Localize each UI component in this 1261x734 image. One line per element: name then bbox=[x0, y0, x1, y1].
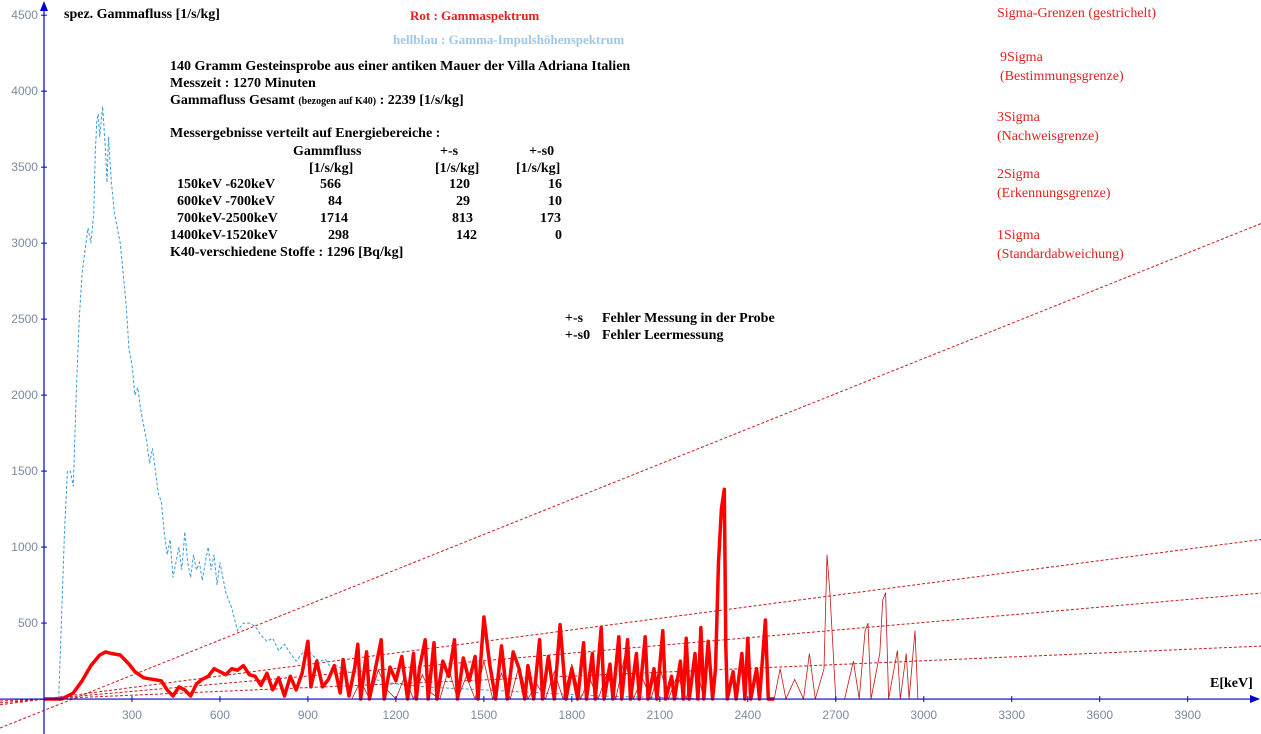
y-tick-label: 2500 bbox=[11, 312, 38, 326]
x-tick-label: 1500 bbox=[471, 708, 498, 722]
table-row-flux: 566 bbox=[320, 177, 341, 192]
x-tick-label: 3900 bbox=[1174, 708, 1201, 722]
table-unit-flux: [1/s/kg] bbox=[309, 161, 354, 176]
table-row-range: 700keV-2500keV bbox=[177, 211, 278, 226]
table-row-s: 29 bbox=[456, 194, 470, 209]
x-tick-label: 3000 bbox=[910, 708, 937, 722]
table-row-flux: 84 bbox=[328, 194, 342, 209]
sigma-legend-title: Sigma-Grenzen (gestrichelt) bbox=[997, 6, 1156, 21]
note-s-symbol: +-s bbox=[565, 311, 584, 326]
gamma-spectrum-chart: 300 600 900 1200 1500 1800 2100 2400 2700 3000 330… bbox=[0, 1, 1261, 734]
x-tick-label: 2700 bbox=[822, 708, 849, 722]
x-axis-label: E[keV] bbox=[1210, 676, 1253, 691]
table-row-s: 120 bbox=[449, 177, 470, 192]
x-tick-label: 2100 bbox=[646, 708, 673, 722]
y-tick-label: 4500 bbox=[11, 8, 38, 22]
table-row-range: 1400keV-1520keV bbox=[170, 228, 278, 243]
x-tick-label: 2400 bbox=[734, 708, 761, 722]
y-axis-label: spez. Gammafluss [1/s/kg] bbox=[64, 7, 220, 22]
sigma2-label: 2Sigma bbox=[997, 167, 1040, 182]
sigma1-desc: (Standardabweichung) bbox=[997, 247, 1124, 262]
table-unit-s0: [1/s/kg] bbox=[516, 161, 561, 176]
table-header-s: +-s bbox=[440, 144, 459, 159]
sigma-line-9sigma bbox=[0, 223, 1261, 729]
total-gamma-flux: Gammafluss Gesamt (bezogen auf K40) : 22… bbox=[170, 92, 464, 110]
y-tick-label: 4000 bbox=[11, 84, 38, 98]
k40-activity: K40-verschiedene Stoffe : 1296 [Bq/kg] bbox=[170, 245, 404, 260]
measurement-time: Messzeit : 1270 Minuten bbox=[170, 76, 316, 91]
table-row-flux: 298 bbox=[328, 228, 349, 243]
total-flux-label: Gammafluss Gesamt bbox=[170, 93, 295, 108]
x-tick-label: 300 bbox=[122, 708, 142, 722]
sigma3-label: 3Sigma bbox=[997, 110, 1040, 125]
table-row-range: 600keV -700keV bbox=[177, 194, 276, 209]
legend-lightblue: hellblau : Gamma-Impulshöhenspektrum bbox=[393, 32, 625, 47]
sigma3-desc: (Nachweisgrenze) bbox=[997, 129, 1099, 144]
table-row-s: 142 bbox=[456, 228, 477, 243]
total-flux-reference: (bezogen auf K40) bbox=[298, 96, 377, 107]
y-tick-label: 500 bbox=[18, 616, 38, 630]
table-row-s0: 173 bbox=[540, 211, 561, 226]
y-tick-label: 1000 bbox=[11, 540, 38, 554]
x-tick-label: 3300 bbox=[998, 708, 1025, 722]
x-tick-label: 1800 bbox=[558, 708, 585, 722]
x-tick-label: 900 bbox=[298, 708, 318, 722]
table-row-s0: 16 bbox=[548, 177, 562, 192]
sigma9-desc: (Bestimmungsgrenze) bbox=[1000, 69, 1124, 84]
y-axis-arrow bbox=[39, 1, 48, 11]
legend-red: Rot : Gammaspektrum bbox=[410, 8, 540, 23]
x-axis-arrow bbox=[1250, 695, 1260, 704]
table-header-s0: +-s0 bbox=[529, 144, 555, 159]
sigma2-desc: (Erkennungsgrenze) bbox=[997, 186, 1111, 201]
y-tick-label: 1500 bbox=[11, 464, 38, 478]
total-flux-value: : 2239 [1/s/kg] bbox=[379, 93, 464, 108]
note-s-text: Fehler Messung in der Probe bbox=[602, 311, 775, 326]
table-row-range: 150keV -620keV bbox=[177, 177, 276, 192]
table-row-flux: 1714 bbox=[320, 211, 348, 226]
sigma1-label: 1Sigma bbox=[997, 228, 1040, 243]
y-tick-label: 3500 bbox=[11, 160, 38, 174]
y-tick-label: 3000 bbox=[11, 236, 38, 250]
sample-description: 140 Gramm Gesteinsprobe aus einer antike… bbox=[170, 59, 631, 74]
x-tick-label: 3600 bbox=[1086, 708, 1113, 722]
table-row-s: 813 bbox=[452, 211, 473, 226]
table-unit-s: [1/s/kg] bbox=[435, 161, 480, 176]
sigma9-label: 9Sigma bbox=[1000, 50, 1043, 65]
y-tick-label: 2000 bbox=[11, 388, 38, 402]
results-title: Messergebnisse verteilt auf Energieberei… bbox=[170, 126, 441, 141]
table-row-s0: 10 bbox=[548, 194, 562, 209]
table-row-s0: 0 bbox=[555, 228, 562, 243]
note-s0-text: Fehler Leermessung bbox=[602, 328, 724, 343]
x-tick-label: 1200 bbox=[383, 708, 410, 722]
note-s0-symbol: +-s0 bbox=[565, 328, 591, 343]
series-line-dashed bbox=[44, 106, 924, 700]
table-header-flux: Gammfluss bbox=[293, 144, 362, 159]
x-tick-label: 600 bbox=[210, 708, 230, 722]
